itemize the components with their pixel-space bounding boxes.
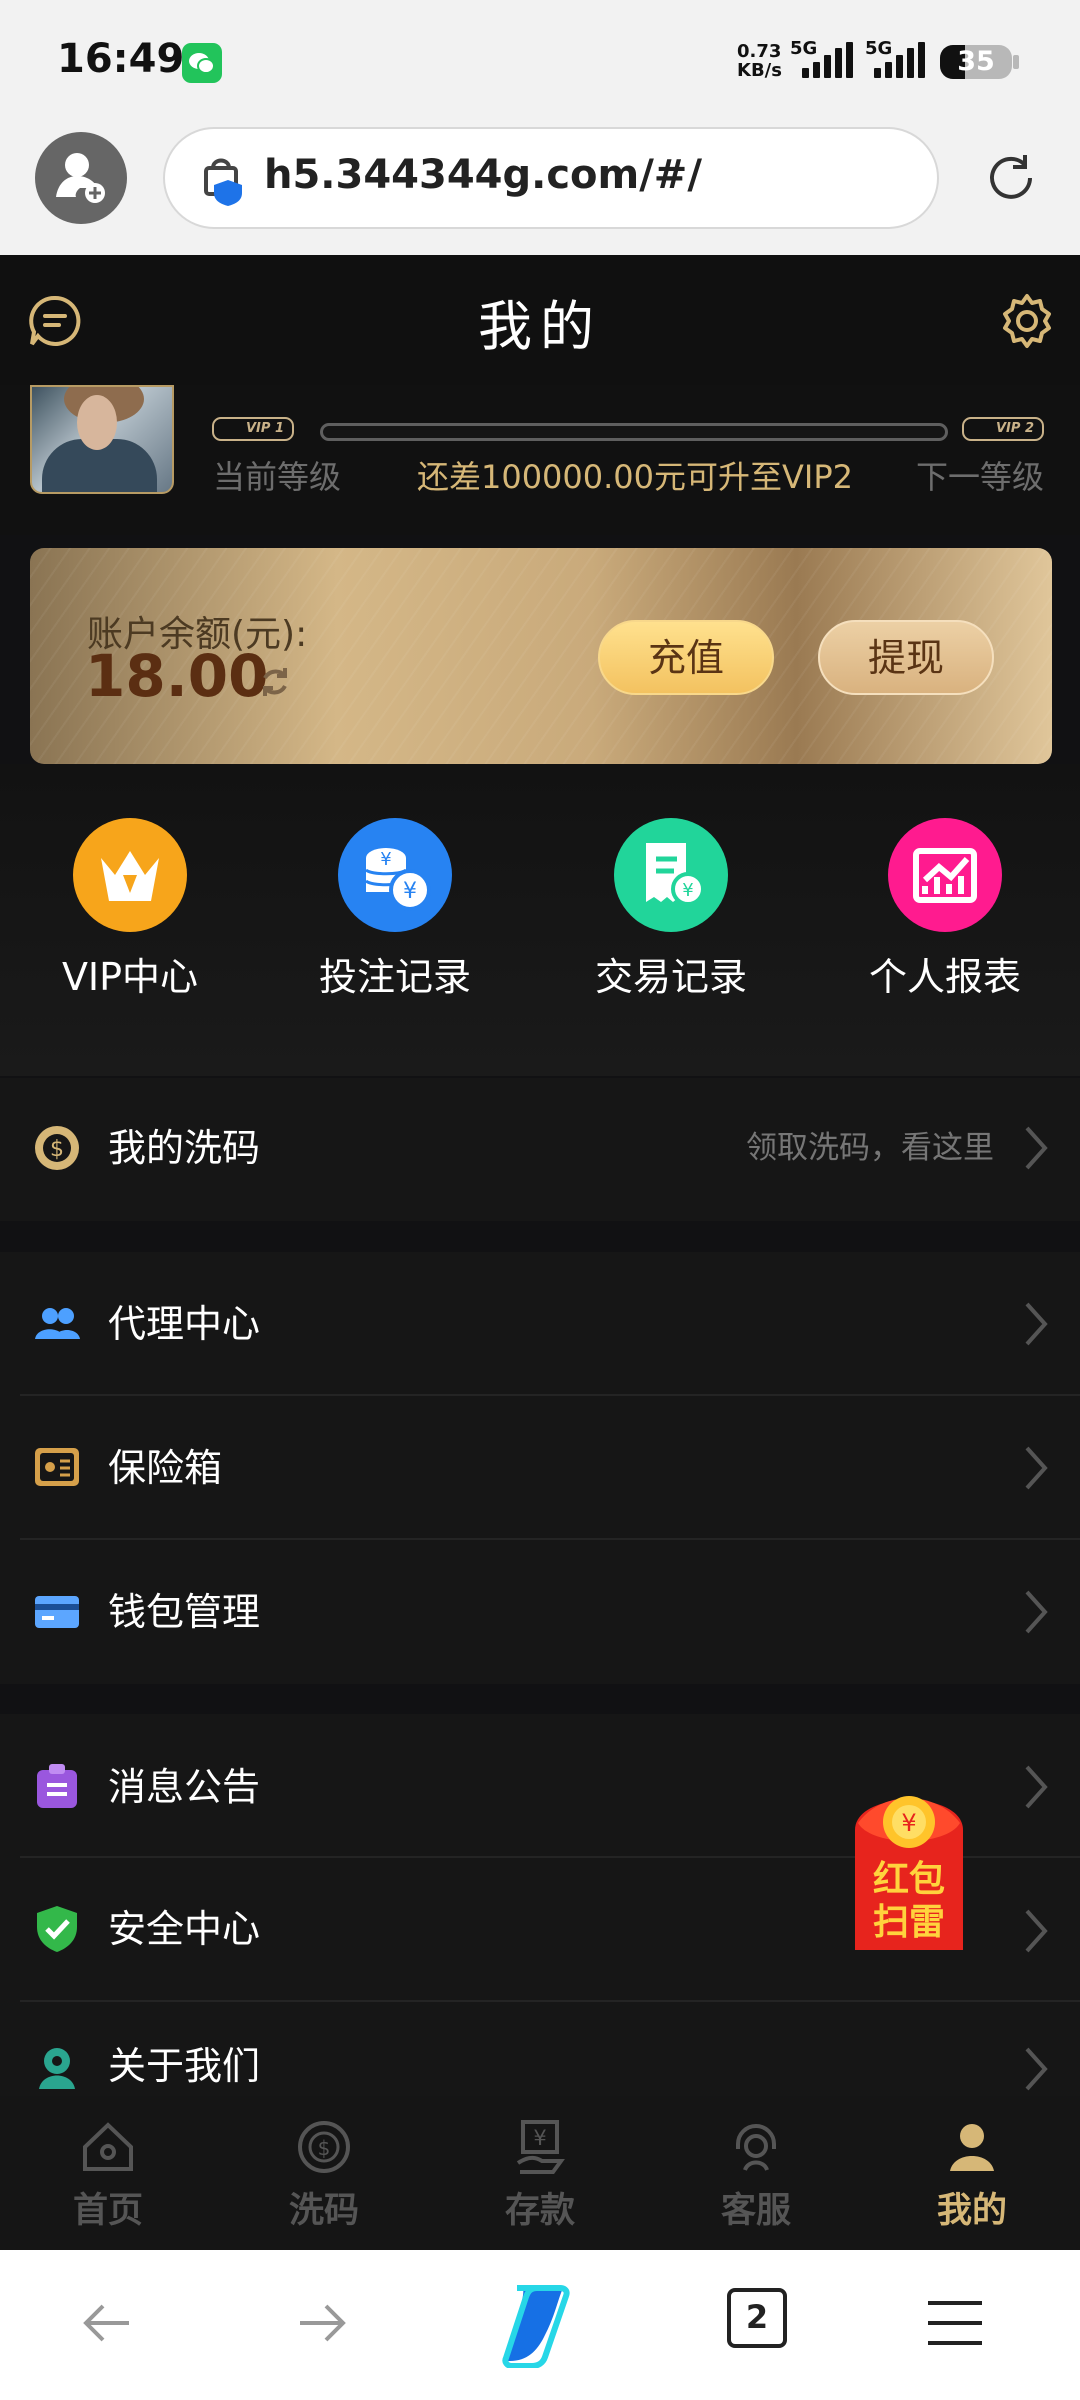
- menu-about-us[interactable]: 关于我们: [0, 2002, 1080, 2096]
- vip-upgrade-text: 还差100000.00元可升至VIP2: [416, 458, 854, 496]
- menu-hamburger-icon[interactable]: [920, 2288, 990, 2358]
- vip-progress-bar: [320, 423, 948, 441]
- wallet-card-icon: [35, 1596, 79, 1628]
- safe-box-icon: [35, 1448, 79, 1486]
- status-time: 16:49: [57, 36, 185, 82]
- support-icon: [736, 2124, 776, 2171]
- red-packet-minesweeper-icon[interactable]: ¥ 红包 扫雷: [850, 1780, 968, 1956]
- recharge-button[interactable]: 充值: [598, 620, 774, 695]
- chevron-right-icon: [1025, 1446, 1048, 1490]
- chevron-right-icon: [1025, 1765, 1048, 1809]
- chevron-right-icon: [1025, 1590, 1048, 1634]
- menu-wash-code[interactable]: $ 我的洗码 领取洗码，看这里: [0, 1078, 1080, 1222]
- back-arrow-icon[interactable]: [72, 2288, 142, 2358]
- tab-home[interactable]: 首页: [28, 2115, 188, 2245]
- wash-code-section: $ 我的洗码 领取洗码，看这里: [0, 1078, 1080, 1221]
- quick-bet-records[interactable]: ¥ ¥ 投注记录: [300, 818, 490, 999]
- status-bar: 16:49 0.73 KB/s 5G 5G 35: [0, 0, 1080, 120]
- signal-bars-2: [874, 42, 930, 78]
- svg-text:$: $: [50, 1137, 64, 1162]
- refresh-balance-icon[interactable]: [258, 665, 292, 699]
- next-vip-badge: VIP 2: [962, 417, 1044, 441]
- svg-text:¥: ¥: [403, 879, 417, 904]
- forward-arrow-icon[interactable]: [287, 2288, 357, 2358]
- notice-board-icon: [37, 1764, 77, 1808]
- svg-text:¥: ¥: [380, 849, 391, 870]
- shield-check-icon: [37, 1906, 77, 1952]
- network-speed: 0.73 KB/s: [737, 41, 782, 81]
- account-menu-section: 代理中心 保险箱 钱包管理: [0, 1252, 1080, 1684]
- avatar[interactable]: [30, 385, 174, 494]
- battery-icon: 35: [940, 45, 1012, 79]
- balance-value: 18.00: [85, 642, 269, 710]
- tab-support[interactable]: 客服: [676, 2115, 836, 2245]
- chevron-right-icon: [1025, 1126, 1048, 1170]
- dollar-coin-icon: $: [35, 1126, 79, 1170]
- quick-personal-report[interactable]: 个人报表: [850, 818, 1040, 999]
- tab-count-button[interactable]: 2: [727, 2288, 787, 2348]
- chevron-right-icon: [1025, 1302, 1048, 1346]
- agent-users-icon: [35, 1308, 80, 1339]
- quick-transaction-records[interactable]: ¥ 交易记录: [576, 818, 766, 999]
- settings-gear-icon[interactable]: [998, 292, 1056, 350]
- chevron-right-icon: [1025, 2047, 1048, 2091]
- menu-agent-center[interactable]: 代理中心: [0, 1252, 1080, 1396]
- user-icon: [950, 2124, 994, 2171]
- home-icon: [83, 2122, 133, 2171]
- svg-text:¥: ¥: [682, 880, 693, 901]
- page-title: 我的: [478, 295, 602, 358]
- current-level-label: 当前等级: [213, 458, 342, 496]
- secure-shield-icon: [204, 158, 242, 206]
- svg-text:$: $: [318, 2136, 331, 2160]
- quick-vip-center[interactable]: VIP中心: [35, 818, 225, 999]
- tab-wash-code[interactable]: $ 洗码: [244, 2115, 404, 2245]
- deposit-icon: ¥: [516, 2120, 565, 2174]
- bar-chart-icon: [888, 818, 1002, 932]
- wechat-notification-icon: [182, 43, 222, 83]
- menu-safe-box[interactable]: 保险箱: [0, 1396, 1080, 1540]
- redpacket-text-line2: 扫雷: [873, 1902, 945, 1943]
- battery-tip: [1013, 55, 1019, 69]
- url-text: h5.344344g.com/#/: [264, 152, 702, 198]
- menu-wallet-management[interactable]: 钱包管理: [0, 1540, 1080, 1684]
- chevron-right-icon: [1025, 1909, 1048, 1953]
- redpacket-text-line1: 红包: [873, 1859, 945, 1900]
- signal-bars-1: [802, 42, 858, 78]
- about-us-icon: [39, 2048, 75, 2089]
- copilot-icon[interactable]: [495, 2280, 585, 2368]
- tab-deposit[interactable]: ¥ 存款: [460, 2115, 620, 2245]
- receipt-icon: ¥: [614, 818, 728, 932]
- current-vip-badge: VIP 1: [212, 417, 294, 441]
- browser-profile-button[interactable]: [35, 132, 127, 224]
- wash-code-hint: 领取洗码，看这里: [746, 1130, 994, 1166]
- coins-stack-icon: ¥ ¥: [338, 818, 452, 932]
- vip-crown-icon: [73, 818, 187, 932]
- tab-mine[interactable]: 我的: [892, 2115, 1052, 2245]
- svg-text:¥: ¥: [901, 1809, 916, 1837]
- reload-icon[interactable]: [983, 150, 1039, 206]
- svg-text:¥: ¥: [533, 2126, 546, 2150]
- withdraw-button[interactable]: 提现: [818, 620, 994, 695]
- user-add-icon: [56, 153, 105, 203]
- next-level-label: 下一等级: [916, 458, 1045, 496]
- coin-tab-icon: $: [298, 2121, 350, 2173]
